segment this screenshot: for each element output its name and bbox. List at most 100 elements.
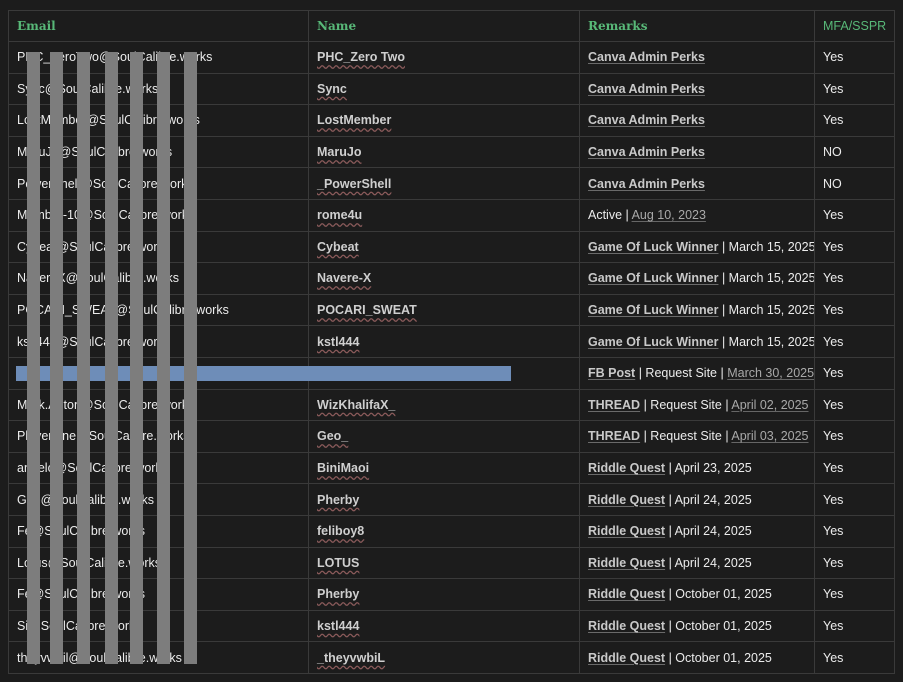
mfa-cell[interactable]: Yes bbox=[814, 72, 895, 106]
mfa-cell[interactable]: Yes bbox=[814, 104, 895, 137]
remarks-cell[interactable]: Canva Admin Perks bbox=[579, 41, 815, 74]
column-header-mfa-sspr[interactable]: MFA/SSPR bbox=[814, 10, 895, 42]
email-cell[interactable]: MaruJo@SoulCalibre.works bbox=[8, 135, 309, 169]
remarks-link[interactable]: Canva Admin Perks bbox=[588, 82, 705, 96]
name-cell[interactable]: _theyvwbiL bbox=[308, 641, 580, 674]
table-row[interactable]: NavereX@SoulCalibre.works Navere-X Game Of… bbox=[8, 262, 895, 295]
table-row[interactable]: PowerShell@SoulCalibre.works _PowerShell C… bbox=[8, 167, 895, 200]
name-link[interactable]: LOTUS bbox=[317, 556, 359, 570]
remarks-link[interactable]: Game Of Luck Winner bbox=[588, 240, 718, 254]
remarks-cell[interactable]: Canva Admin Perks bbox=[579, 135, 815, 169]
remarks-link[interactable]: Riddle Quest bbox=[588, 524, 665, 538]
mfa-cell[interactable]: Yes bbox=[814, 230, 895, 264]
remarks-cell[interactable]: Riddle Quest | October 01, 2025 bbox=[579, 578, 815, 611]
mfa-cell[interactable]: Yes bbox=[814, 325, 895, 358]
remarks-link[interactable]: THREAD bbox=[588, 429, 640, 443]
mfa-cell[interactable]: Yes bbox=[814, 420, 895, 453]
name-link[interactable]: Cybeat bbox=[317, 240, 359, 254]
table-row[interactable]: PlayerOne@SoulCalibre.works Geo_ THREAD | … bbox=[8, 420, 895, 453]
email-cell[interactable]: PowerShell@SoulCalibre.works bbox=[8, 167, 309, 200]
table-row[interactable]: Lotus@SoulCalibre.works LOTUS Riddle Quest… bbox=[8, 546, 895, 580]
remarks-link[interactable]: Riddle Quest bbox=[588, 651, 665, 665]
email-cell[interactable]: angelo@SoulCalibre.works bbox=[8, 451, 309, 485]
mfa-cell[interactable]: Yes bbox=[814, 388, 895, 422]
name-link[interactable]: _theyvwbiL bbox=[317, 651, 385, 665]
table-row[interactable]: theyvwbil@SoulCalibre.works _theyvwbiL Rid… bbox=[8, 641, 895, 674]
remarks-cell[interactable]: Game Of Luck Winner | March 15, 2025 bbox=[579, 325, 815, 358]
email-cell[interactable]: Fe@SoulCalibre.works bbox=[8, 514, 309, 548]
name-link[interactable]: Sync bbox=[317, 82, 347, 96]
table-row[interactable]: angelo@SoulCalibre.works BiniMaoi Riddle Q… bbox=[8, 451, 895, 485]
mfa-cell[interactable]: Yes bbox=[814, 609, 895, 643]
remarks-link[interactable]: FB Post bbox=[588, 366, 635, 380]
remarks-link[interactable]: Canva Admin Perks bbox=[588, 145, 705, 159]
name-link[interactable]: Geo_ bbox=[317, 429, 348, 443]
name-link[interactable]: Navere-X bbox=[317, 271, 371, 285]
remarks-cell[interactable]: Riddle Quest | October 01, 2025 bbox=[579, 641, 815, 674]
email-cell[interactable]: Member-10@SoulCalibre.works bbox=[8, 198, 309, 232]
name-cell[interactable]: Pherby bbox=[308, 578, 580, 611]
name-cell[interactable]: Navere-X bbox=[308, 262, 580, 295]
email-cell[interactable]: kstl444@SoulCalibre.works bbox=[8, 325, 309, 358]
remarks-date-link[interactable]: April 02, 2025 bbox=[731, 398, 808, 412]
remarks-cell[interactable]: Riddle Quest | April 24, 2025 bbox=[579, 514, 815, 548]
remarks-link[interactable]: Canva Admin Perks bbox=[588, 50, 705, 64]
table-row[interactable]: FB Post | Request Site | March 30, 2025 Y… bbox=[8, 356, 895, 390]
email-cell[interactable]: LostMember@SoulCalibre.works bbox=[8, 104, 309, 137]
column-header-email[interactable]: Email bbox=[8, 10, 309, 42]
email-cell[interactable]: Si@SoulCalibre.works bbox=[8, 609, 309, 643]
mfa-cell[interactable]: Yes bbox=[814, 578, 895, 611]
remarks-link[interactable]: Game Of Luck Winner bbox=[588, 335, 718, 349]
name-cell[interactable]: _PowerShell bbox=[308, 167, 580, 200]
remarks-cell[interactable]: Canva Admin Perks bbox=[579, 167, 815, 200]
email-cell[interactable]: theyvwbil@SoulCalibre.works bbox=[8, 641, 309, 674]
table-row[interactable]: Fe@SoulCalibre.works Pherby Riddle Quest |… bbox=[8, 578, 895, 611]
name-link[interactable]: rome4u bbox=[317, 208, 362, 222]
remarks-cell[interactable]: Game Of Luck Winner | March 15, 2025 bbox=[579, 262, 815, 295]
name-link[interactable]: WizKhalifaX_ bbox=[317, 398, 395, 412]
name-link[interactable]: Pherby bbox=[317, 587, 359, 601]
mfa-cell[interactable]: Yes bbox=[814, 262, 895, 295]
name-link[interactable]: BiniMaoi bbox=[317, 461, 369, 475]
email-cell[interactable] bbox=[8, 356, 309, 390]
name-link[interactable]: Pherby bbox=[317, 493, 359, 507]
mfa-cell[interactable]: NO bbox=[814, 135, 895, 169]
email-cell[interactable]: Fe@SoulCalibre.works bbox=[8, 578, 309, 611]
email-cell[interactable]: Geo@SoulCalibre.works bbox=[8, 483, 309, 516]
mfa-cell[interactable]: Yes bbox=[814, 198, 895, 232]
column-header-remarks[interactable]: Remarks bbox=[579, 10, 815, 42]
remarks-date-link[interactable]: Aug 10, 2023 bbox=[632, 208, 706, 222]
remarks-link[interactable]: Canva Admin Perks bbox=[588, 177, 705, 191]
remarks-cell[interactable]: Active | Aug 10, 2023 bbox=[579, 198, 815, 232]
remarks-cell[interactable]: Game Of Luck Winner | March 15, 2025 bbox=[579, 230, 815, 264]
name-link[interactable]: MaruJo bbox=[317, 145, 361, 159]
email-cell[interactable]: Sync@SoulCalibre.works bbox=[8, 72, 309, 106]
remarks-cell[interactable]: FB Post | Request Site | March 30, 2025 bbox=[579, 356, 815, 390]
name-cell[interactable]: LOTUS bbox=[308, 546, 580, 580]
name-cell[interactable]: PHC_Zero Two bbox=[308, 41, 580, 74]
name-cell[interactable]: kstl444 bbox=[308, 325, 580, 358]
mfa-cell[interactable]: Yes bbox=[814, 451, 895, 485]
table-row[interactable]: POCARI_SWEAT@SoulCalibre.works POCARI_SWE… bbox=[8, 293, 895, 327]
mfa-cell[interactable]: Yes bbox=[814, 293, 895, 327]
name-cell[interactable]: MaruJo bbox=[308, 135, 580, 169]
mfa-cell[interactable]: Yes bbox=[814, 483, 895, 516]
name-cell[interactable]: Cybeat bbox=[308, 230, 580, 264]
name-cell[interactable]: feliboy8 bbox=[308, 514, 580, 548]
remarks-cell[interactable]: Riddle Quest | October 01, 2025 bbox=[579, 609, 815, 643]
remarks-cell[interactable]: Riddle Quest | April 23, 2025 bbox=[579, 451, 815, 485]
remarks-link[interactable]: Riddle Quest bbox=[588, 587, 665, 601]
remarks-link[interactable]: Game Of Luck Winner bbox=[588, 271, 718, 285]
name-cell[interactable]: Sync bbox=[308, 72, 580, 106]
remarks-link[interactable]: Game Of Luck Winner bbox=[588, 303, 718, 317]
table-row[interactable]: Si@SoulCalibre.works kstl444 Riddle Quest … bbox=[8, 609, 895, 643]
email-cell[interactable]: PlayerOne@SoulCalibre.works bbox=[8, 420, 309, 453]
email-cell[interactable]: Cybeat@SoulCalibre.works bbox=[8, 230, 309, 264]
email-cell[interactable]: Lotus@SoulCalibre.works bbox=[8, 546, 309, 580]
remarks-link[interactable]: Riddle Quest bbox=[588, 619, 665, 633]
email-cell[interactable]: Mark.Anton@SoulCalibre.works bbox=[8, 388, 309, 422]
table-row[interactable]: Member-10@SoulCalibre.works rome4u Active … bbox=[8, 198, 895, 232]
remarks-link[interactable]: Riddle Quest bbox=[588, 461, 665, 475]
remarks-link[interactable]: Riddle Quest bbox=[588, 556, 665, 570]
remarks-cell[interactable]: Game Of Luck Winner | March 15, 2025 bbox=[579, 293, 815, 327]
